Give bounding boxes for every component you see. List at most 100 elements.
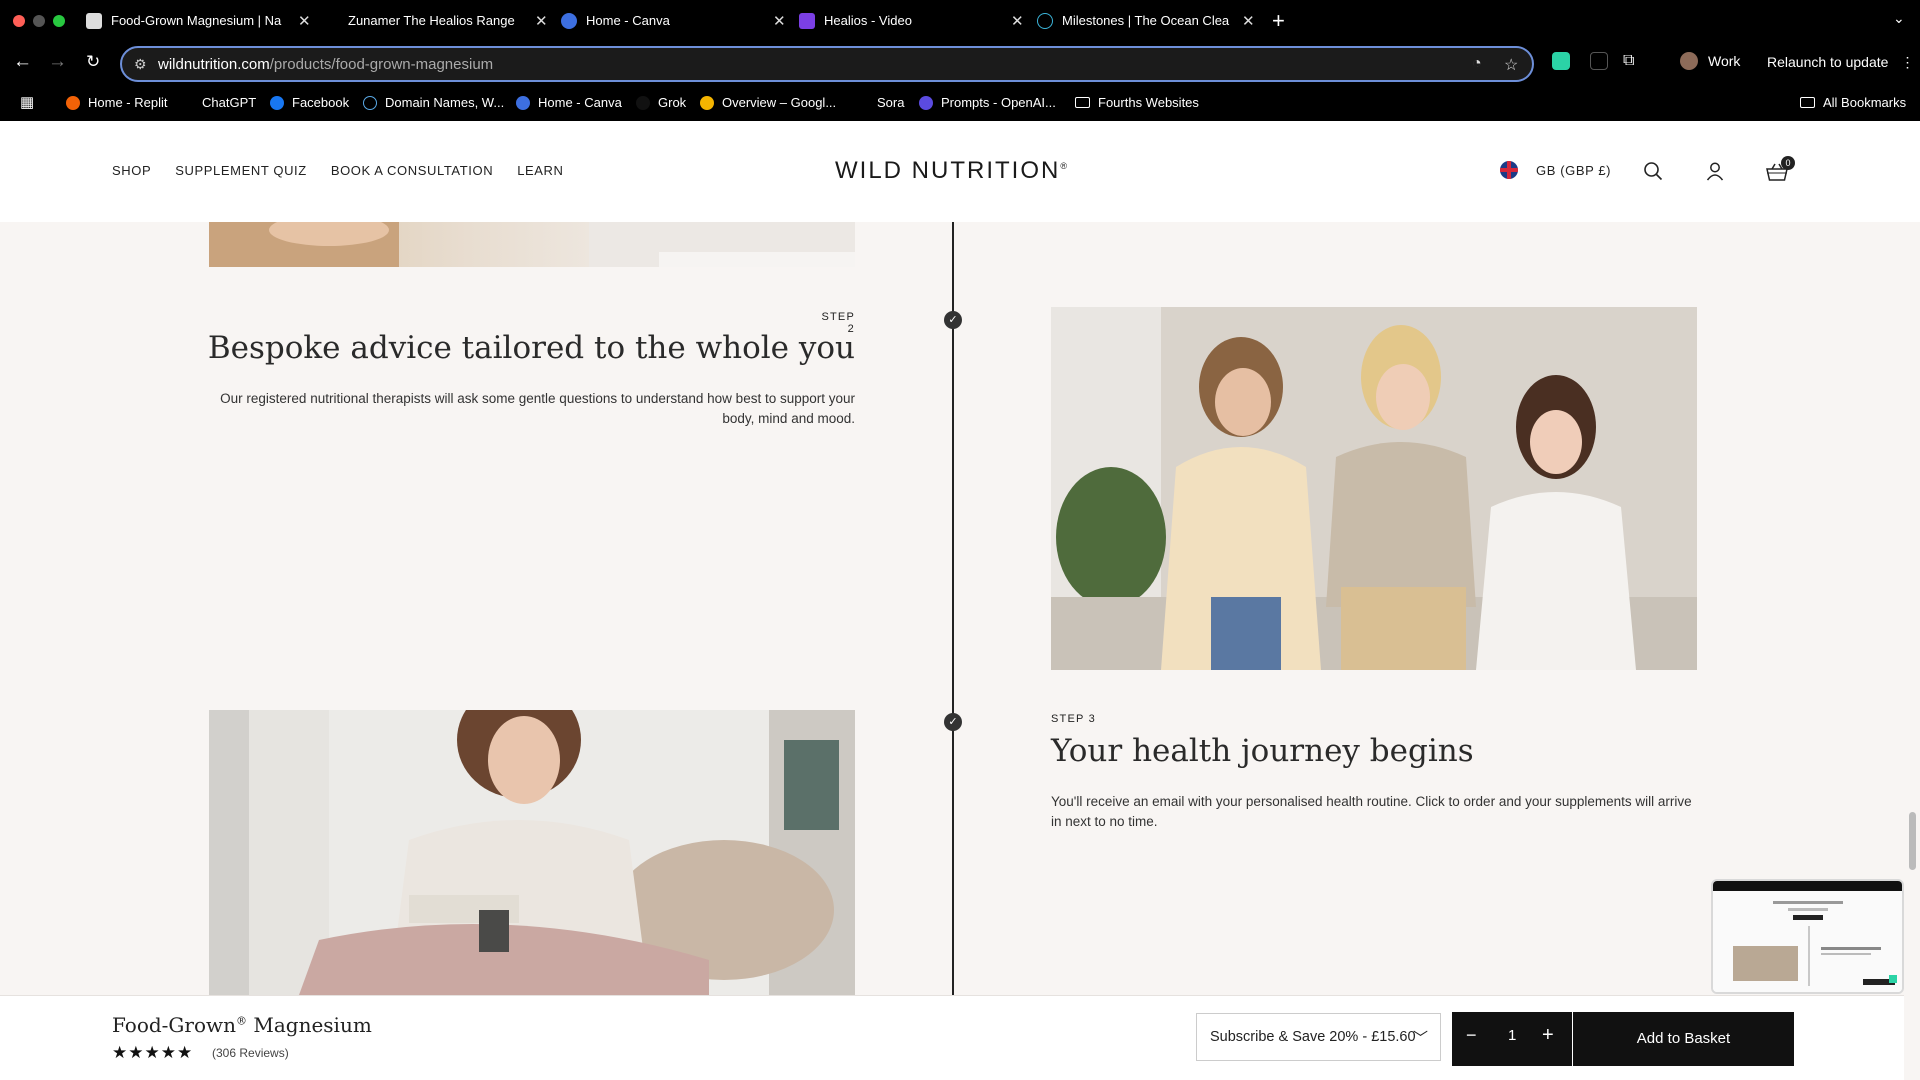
purchase-option-select[interactable]: Subscribe & Save 20% - £15.60 ﹀	[1196, 1013, 1441, 1061]
step-2-body: Our registered nutritional therapists wi…	[220, 391, 855, 426]
folder-icon	[1075, 97, 1090, 108]
therapists-photo	[1051, 307, 1697, 670]
step-1-photo	[209, 222, 855, 267]
back-icon[interactable]: ←	[13, 51, 32, 73]
quantity-value[interactable]: 1	[1508, 1027, 1516, 1044]
timeline-line	[952, 222, 954, 995]
step-3-body: You'll receive an email with your person…	[1051, 794, 1692, 829]
browser-tab[interactable]: Zunamer The Healios Range ✕	[323, 6, 548, 35]
url-text[interactable]: wildnutrition.com/products/food-grown-ma…	[158, 56, 493, 73]
more-menu-icon: ⋮	[1900, 54, 1915, 70]
tab-title: Healios - Video	[824, 13, 912, 28]
page-scrollbar[interactable]	[1904, 222, 1920, 1080]
quantity-stepper[interactable]: − 1 +	[1452, 1012, 1572, 1066]
map-pin-icon	[700, 95, 714, 110]
account-icon[interactable]	[1705, 161, 1725, 181]
bookmark-item[interactable]: ChatGPT	[180, 95, 256, 110]
canva-icon	[516, 95, 530, 110]
maximize-window-icon[interactable]	[53, 15, 65, 27]
bookmark-item[interactable]: Sora	[855, 95, 904, 110]
canva-favicon-icon	[561, 12, 577, 29]
bookmarks-bar: ▦ Home - Replit ChatGPT Facebook Domain …	[0, 87, 1920, 121]
bookmark-item[interactable]: Home - Replit	[66, 95, 167, 110]
close-window-icon[interactable]	[13, 15, 25, 27]
site-logo[interactable]: WILD NUTRITION®	[0, 157, 1904, 185]
bookmark-item[interactable]: Home - Canva	[516, 95, 622, 110]
search-icon[interactable]	[1643, 161, 1663, 181]
domain-icon	[363, 95, 377, 110]
add-to-basket-button[interactable]: Add to Basket	[1573, 1012, 1794, 1066]
step-3-title: Your health journey begins	[1051, 733, 1474, 769]
extension-icon[interactable]	[1590, 52, 1608, 70]
address-bar[interactable]: ⚙ wildnutrition.com/products/food-grown-…	[120, 46, 1534, 82]
increase-quantity-button[interactable]: +	[1542, 1024, 1554, 1047]
all-bookmarks-label: All Bookmarks	[1823, 95, 1907, 110]
site-favicon-icon	[86, 12, 102, 29]
close-tab-icon[interactable]: ✕	[773, 12, 786, 30]
new-tab-icon[interactable]: +	[1272, 8, 1285, 34]
relaunch-button[interactable]: Relaunch to update ⋮	[1767, 54, 1914, 71]
minimize-window-icon[interactable]	[33, 15, 45, 27]
site-info-icon[interactable]: ⚙	[134, 56, 147, 73]
close-tab-icon[interactable]: ✕	[535, 12, 548, 30]
bookmark-item[interactable]: Prompts - OpenAI...	[919, 95, 1056, 110]
avatar	[1680, 52, 1698, 70]
step-3-label: STEP 3	[1051, 713, 1096, 725]
profile-button[interactable]: Work	[1680, 52, 1740, 70]
tab-title: Zunamer The Healios Range	[348, 13, 515, 28]
preview-thumbnail-image	[1713, 881, 1902, 992]
chatgpt-icon	[180, 96, 194, 110]
bookmark-star-icon[interactable]: ☆	[1504, 55, 1518, 75]
uk-flag-icon	[1500, 161, 1518, 179]
bookmark-label: Home - Replit	[88, 95, 168, 110]
relaunch-label: Relaunch to update	[1767, 54, 1889, 70]
browser-toolbar: ← → ↻ ⚙ wildnutrition.com/products/food-…	[0, 41, 1920, 87]
apps-grid-icon[interactable]: ▦	[20, 93, 34, 111]
extension-icon[interactable]	[1552, 52, 1570, 70]
bookmark-label: Grok	[658, 95, 687, 110]
close-tab-icon[interactable]: ✕	[298, 12, 311, 30]
screen-preview-thumbnail[interactable]	[1711, 879, 1904, 994]
scrollbar-thumb[interactable]	[1909, 812, 1916, 870]
url-path: /products/food-grown-magnesium	[269, 56, 494, 73]
bookmark-item[interactable]: Facebook	[270, 95, 349, 110]
browser-tab[interactable]: Home - Canva ✕	[561, 6, 786, 35]
unboxing-photo	[209, 710, 855, 995]
bookmark-label: Sora	[877, 95, 905, 110]
product-name-suffix: Magnesium	[247, 1013, 372, 1037]
rating-stars-icon: ★★★★★	[112, 1043, 194, 1062]
extensions-puzzle-icon[interactable]: ⧉	[1623, 52, 1634, 70]
close-tab-icon[interactable]: ✕	[1011, 12, 1024, 30]
bookmark-label: Prompts - OpenAI...	[941, 95, 1056, 110]
bookmark-item[interactable]: Domain Names, W...	[363, 95, 504, 110]
browser-tab[interactable]: Healios - Video ✕	[799, 6, 1024, 35]
logo-text: WILD NUTRITION	[835, 157, 1061, 184]
step-1-photo-scene	[209, 222, 855, 267]
reload-icon[interactable]: ↻	[86, 52, 100, 72]
all-bookmarks-button[interactable]: All Bookmarks	[1800, 95, 1906, 110]
purchase-option-label: Subscribe & Save 20% - £15.60	[1210, 1029, 1416, 1045]
tab-search-chevron-icon[interactable]: ⌄	[1893, 10, 1905, 27]
decrease-quantity-button[interactable]: −	[1466, 1025, 1477, 1046]
site-header: SHOP SUPPLEMENT QUIZ BOOK A CONSULTATION…	[0, 121, 1920, 222]
browser-tab[interactable]: Milestones | The Ocean Clean ✕	[1037, 6, 1255, 35]
url-domain: wildnutrition.com	[158, 56, 270, 73]
bookmark-label: ChatGPT	[202, 95, 257, 110]
browser-tab[interactable]: Food-Grown Magnesium | Na ✕	[86, 6, 311, 35]
close-tab-icon[interactable]: ✕	[1242, 12, 1255, 30]
bookmark-item[interactable]: Overview – Googl...	[700, 95, 836, 110]
bookmark-folder[interactable]: Fourths Websites	[1075, 95, 1199, 110]
reviews-link[interactable]: (306 Reviews)	[212, 1046, 289, 1060]
performance-icon[interactable]: ◔	[1472, 55, 1482, 73]
therapists-photo-scene	[1051, 307, 1697, 670]
bookmark-label: Home - Canva	[538, 95, 622, 110]
chevron-down-icon: ﹀	[1412, 1030, 1428, 1047]
ocean-favicon-icon	[1037, 12, 1053, 29]
bookmark-item[interactable]: Grok	[636, 95, 686, 110]
forward-icon[interactable]: →	[48, 51, 67, 73]
site-favicon-icon	[323, 13, 339, 29]
locale-selector[interactable]: GB (GBP £)	[1500, 161, 1611, 179]
video-favicon-icon	[799, 12, 815, 29]
profile-name: Work	[1708, 53, 1741, 69]
product-name-mark: ®	[236, 1014, 248, 1028]
